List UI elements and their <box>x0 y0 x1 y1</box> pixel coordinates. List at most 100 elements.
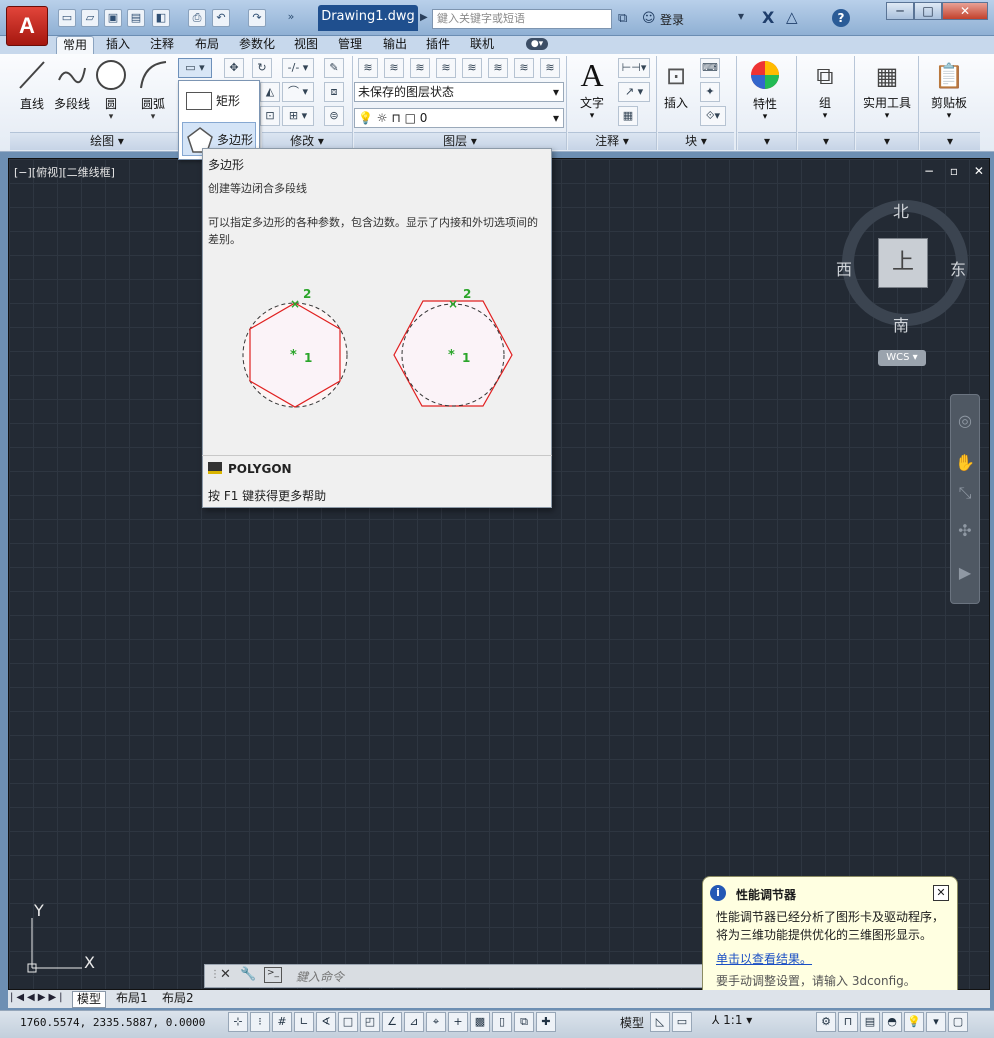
close-command-icon[interactable]: ✕ <box>220 967 231 982</box>
move-icon[interactable]: ✥ <box>224 58 244 78</box>
infer-constraints-icon[interactable]: ⊹ <box>228 1012 248 1032</box>
trim-icon[interactable]: -/- ▾ <box>282 58 314 78</box>
quick-properties-icon[interactable]: ▯ <box>492 1012 512 1032</box>
erase-icon[interactable]: ✎ <box>324 58 344 78</box>
expand-icon[interactable]: ▶ <box>420 12 428 23</box>
balloon-link[interactable]: 单击以查看结果。 <box>716 950 812 967</box>
array-icon[interactable]: ⊞ ▾ <box>282 106 314 126</box>
compass-east[interactable]: 东 <box>950 256 966 280</box>
create-block-icon[interactable]: ⌨ <box>700 58 720 78</box>
user-icon[interactable]: ☺ <box>642 11 656 26</box>
coordinates-readout[interactable]: 1760.5574, 2335.5887, 0.0000 <box>20 1016 205 1029</box>
line-button[interactable]: 直线 <box>14 58 50 112</box>
clipboard-panel-bar[interactable]: ▾ <box>920 132 980 150</box>
tab-annotate[interactable]: 注释 <box>144 36 180 54</box>
3dosnap-icon[interactable]: ◰ <box>360 1012 380 1032</box>
maximize-button[interactable]: □ <box>914 2 942 20</box>
viewport-label[interactable]: [−][俯视][二维线框] <box>14 164 115 180</box>
circle-button[interactable]: 圆 ▾ <box>94 58 128 122</box>
balloon-close-button[interactable]: ✕ <box>933 885 949 901</box>
viewport-controls[interactable]: − ▫ ✕ <box>924 164 990 178</box>
lock-ui-icon[interactable]: ⊓ <box>838 1012 858 1032</box>
snap-icon[interactable]: ⁝ <box>250 1012 270 1032</box>
utilities-panel-bar[interactable]: ▾ <box>856 132 918 150</box>
explode-icon[interactable]: ⧈ <box>324 82 344 102</box>
rectangle-split-button[interactable]: ▭ ▾ <box>178 58 212 78</box>
draw-panel-title[interactable]: 绘图 ▾ <box>10 132 204 150</box>
ducs-icon[interactable]: ⊿ <box>404 1012 424 1032</box>
open-icon[interactable]: ▱ <box>81 9 99 27</box>
tab-manage[interactable]: 管理 <box>332 36 368 54</box>
table-icon[interactable]: ▦ <box>618 106 638 126</box>
stretch-icon[interactable]: ⊡ <box>260 106 280 126</box>
dyn-icon[interactable]: ⌖ <box>426 1012 446 1032</box>
pan-hand-icon[interactable]: ✋ <box>954 452 976 474</box>
clean-screen-icon[interactable]: ▢ <box>948 1012 968 1032</box>
annotation-monitor-icon[interactable]: ✚ <box>536 1012 556 1032</box>
tab-layout2[interactable]: 布局2 <box>158 991 198 1006</box>
exchange-icon[interactable]: X <box>762 8 774 27</box>
properties-button[interactable]: 特性 ▾ <box>742 58 788 122</box>
ortho-icon[interactable]: ∟ <box>294 1012 314 1032</box>
arc-dropdown-icon[interactable]: ▾ <box>136 112 170 122</box>
layer-icon-6[interactable]: ≋ <box>488 58 508 78</box>
text-dropdown-icon[interactable]: ▾ <box>574 111 610 121</box>
layer-icon-2[interactable]: ≋ <box>384 58 404 78</box>
transparency-icon[interactable]: ▩ <box>470 1012 490 1032</box>
hardware-acceleration-icon[interactable]: ▤ <box>860 1012 880 1032</box>
utilities-dropdown-icon[interactable]: ▾ <box>860 111 914 121</box>
customize-wrench-icon[interactable]: 🔧 <box>240 967 256 982</box>
recent-commands-icon[interactable]: >_ <box>264 967 282 983</box>
isolate-objects-icon[interactable]: ◓ <box>882 1012 902 1032</box>
more-icon[interactable]: » <box>282 9 300 27</box>
tab-parametric[interactable]: 参数化 <box>233 36 281 54</box>
layer-icon-8[interactable]: ≋ <box>540 58 560 78</box>
login-link[interactable]: 登录 <box>660 11 684 28</box>
grip-icon[interactable]: ⋮ <box>210 969 220 980</box>
circle-dropdown-icon[interactable]: ▾ <box>94 112 128 122</box>
dimension-icon[interactable]: ⊢⊣▾ <box>618 58 650 78</box>
layer-icon-4[interactable]: ≋ <box>436 58 456 78</box>
arc-button[interactable]: 圆弧 ▾ <box>136 58 170 122</box>
command-input[interactable]: 鍵入命令 <box>296 968 344 985</box>
lightbulb-status-icon[interactable]: 💡 <box>904 1012 924 1032</box>
selection-cycling-icon[interactable]: ⧉ <box>514 1012 534 1032</box>
compass-north[interactable]: 北 <box>893 198 909 222</box>
close-button[interactable]: ✕ <box>942 2 988 20</box>
edit-block-icon[interactable]: ✦ <box>700 82 720 102</box>
properties-dropdown-icon[interactable]: ▾ <box>742 112 788 122</box>
tab-model[interactable]: 模型 <box>72 991 107 1008</box>
attribute-icon[interactable]: ⟐▾ <box>700 106 726 126</box>
new-icon[interactable]: ▭ <box>58 9 76 27</box>
viewcube-top-face[interactable]: 上 <box>878 238 928 288</box>
offset-icon[interactable]: ⊜ <box>324 106 344 126</box>
steering-wheel-icon[interactable]: ◎ <box>954 410 976 432</box>
group-dropdown-icon[interactable]: ▾ <box>806 111 844 121</box>
clipboard-button[interactable]: 📋 剪贴板 ▾ <box>924 58 974 121</box>
utilities-button[interactable]: ▦ 实用工具 ▾ <box>860 58 914 121</box>
otrack-icon[interactable]: ∠ <box>382 1012 402 1032</box>
save-as-icon[interactable]: ▤ <box>127 9 145 27</box>
search-input[interactable]: 鍵入关键字或短语 <box>432 9 612 29</box>
layer-properties-icon[interactable]: ≋ <box>358 58 378 78</box>
layer-icon-7[interactable]: ≋ <box>514 58 534 78</box>
groups-panel-bar[interactable]: ▾ <box>798 132 854 150</box>
model-space-label[interactable]: 模型 <box>620 1014 644 1031</box>
tab-view[interactable]: 视图 <box>288 36 324 54</box>
layout-nav-arrows[interactable]: |◀◀▶▶| <box>10 992 66 1003</box>
group-button[interactable]: ⧉ 组 ▾ <box>806 58 844 121</box>
layer-state-select[interactable]: 未保存的图层状态 ▾ <box>354 82 564 102</box>
quick-view-icon[interactable]: ▭ <box>672 1012 692 1032</box>
layer-icon-5[interactable]: ≋ <box>462 58 482 78</box>
ribbon-options-icon[interactable]: ●▾ <box>526 38 548 50</box>
tab-home[interactable]: 常用 <box>56 36 95 54</box>
help-button[interactable]: ? <box>832 9 850 27</box>
tab-insert[interactable]: 插入 <box>100 36 136 54</box>
polar-icon[interactable]: ∢ <box>316 1012 336 1032</box>
grid-icon[interactable]: # <box>272 1012 292 1032</box>
clipboard-dropdown-icon[interactable]: ▾ <box>924 111 974 121</box>
polyline-button[interactable]: 多段线 <box>52 58 92 112</box>
block-panel-title[interactable]: 块 ▾ <box>658 132 734 150</box>
minimize-button[interactable]: ─ <box>886 2 914 20</box>
orbit-icon[interactable]: ✣ <box>954 520 976 542</box>
